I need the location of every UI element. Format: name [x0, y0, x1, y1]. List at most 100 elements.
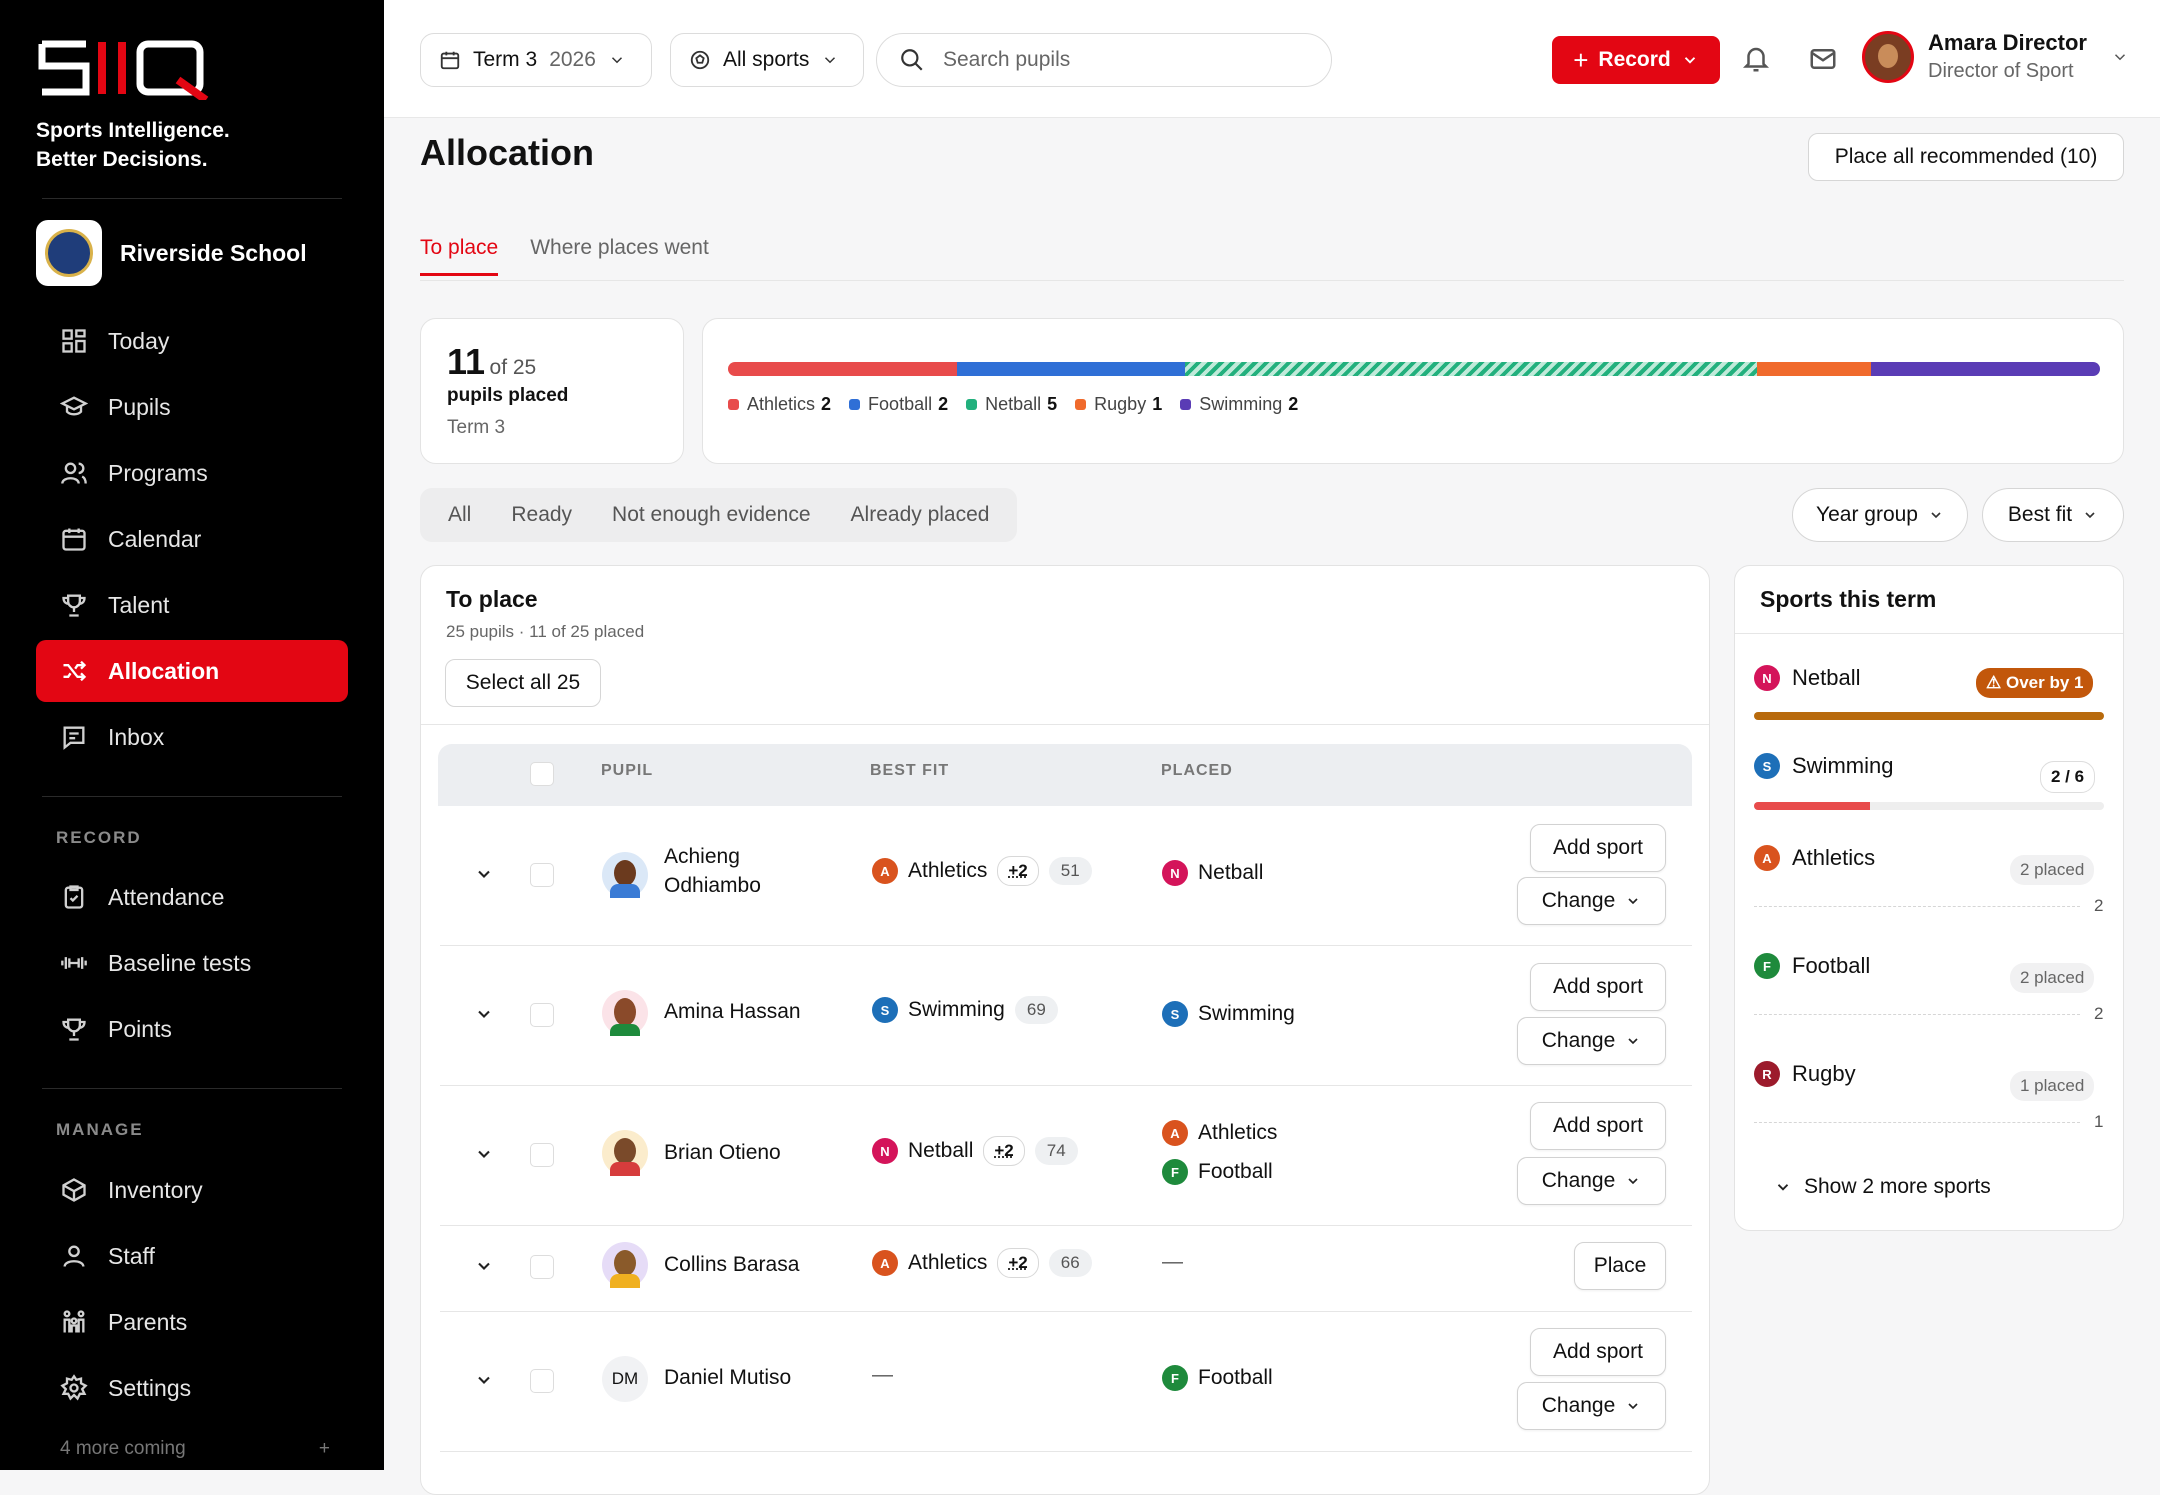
sport-item-netball[interactable]: N Netball [1754, 665, 1860, 691]
change-button[interactable]: Change [1517, 877, 1666, 925]
placed-sport: N Netball [1162, 860, 1263, 886]
filter-ready[interactable]: Ready [491, 503, 592, 527]
filter-all[interactable]: All [428, 503, 491, 527]
show-more-sports-button[interactable]: Show 2 more sports [1774, 1175, 1991, 1199]
column-placed: PLACED [1161, 762, 1233, 780]
nav-talent[interactable]: Talent [36, 574, 348, 636]
pupil-name[interactable]: Daniel Mutiso [664, 1363, 791, 1392]
sports-this-term-title: Sports this term [1760, 586, 1936, 613]
change-button[interactable]: Change [1517, 1382, 1666, 1430]
nav-settings[interactable]: Settings [36, 1357, 348, 1419]
capacity-count: 2 [2094, 896, 2103, 916]
filter-not-enough-evidence[interactable]: Not enough evidence [592, 503, 831, 527]
row-checkbox[interactable] [530, 863, 554, 887]
pupil-name[interactable]: Collins Barasa [664, 1250, 799, 1279]
capacity-count: 2 [2094, 1004, 2103, 1024]
expand-row-icon[interactable] [474, 1370, 494, 1390]
sport-selector[interactable]: All sports [670, 33, 864, 87]
more-sports-tag[interactable]: +2 [983, 1136, 1024, 1166]
divider [42, 1088, 342, 1089]
sidebar: Sports Intelligence. Better Decisions. Ri… [0, 0, 384, 1470]
nav-programs[interactable]: Programs [36, 442, 348, 504]
nav-points[interactable]: Points [36, 998, 348, 1060]
nav-allocation[interactable]: Allocation [36, 640, 348, 702]
sport-item-football[interactable]: F Football [1754, 953, 1870, 979]
add-sport-button[interactable]: Add sport [1530, 824, 1666, 872]
family-icon [60, 1308, 88, 1336]
tagline: Sports Intelligence. Better Decisions. [36, 116, 230, 174]
netball-icon: N [1162, 860, 1188, 886]
nav-pupils[interactable]: Pupils [36, 376, 348, 438]
place-all-recommended-button[interactable]: Place all recommended (10) [1808, 133, 2124, 181]
select-all-button[interactable]: Select all 25 [445, 659, 601, 707]
search-placeholder[interactable]: Search pupils [943, 48, 1070, 72]
nav-calendar[interactable]: Calendar [36, 508, 348, 570]
pupil-name[interactable]: Brian Otieno [664, 1138, 781, 1167]
sport-item-rugby[interactable]: R Rugby [1754, 1061, 1856, 1087]
pupil-name[interactable]: Amina Hassan [664, 997, 801, 1026]
nav-baseline-tests[interactable]: Baseline tests [36, 932, 348, 994]
nav-today[interactable]: Today [36, 310, 348, 372]
tab-where-places-went[interactable]: Where places went [530, 236, 709, 260]
best-fit-sport: A Athletics +2 51 [872, 856, 1092, 886]
more-sports-tag[interactable]: +2 [997, 1248, 1038, 1278]
expand-row-icon[interactable] [474, 1256, 494, 1276]
expand-row-icon[interactable] [474, 1144, 494, 1164]
nav-parents[interactable]: Parents [36, 1291, 348, 1353]
search-box[interactable]: Search pupils [876, 33, 1332, 87]
section-manage-title: MANAGE [56, 1120, 144, 1140]
nav-inventory[interactable]: Inventory [36, 1159, 348, 1221]
term-selector[interactable]: Term 3 2026 [420, 33, 652, 87]
change-button[interactable]: Change [1517, 1017, 1666, 1065]
football-icon: F [1754, 953, 1780, 979]
legend-item: Netball 5 [966, 394, 1057, 415]
place-button[interactable]: Place [1574, 1242, 1666, 1290]
filter-already-placed[interactable]: Already placed [831, 503, 1010, 527]
distribution-segment-netball [1185, 362, 1757, 376]
select-all-checkbox[interactable] [530, 762, 554, 786]
divider [421, 724, 1709, 725]
view-tabs: To place Where places went [420, 236, 709, 260]
athletics-icon: A [872, 858, 898, 884]
distribution-card [702, 318, 2124, 464]
pupil-name[interactable]: Achieng Odhiambo [664, 842, 761, 900]
fit-score: 69 [1015, 996, 1058, 1024]
nav-attendance[interactable]: Attendance [36, 866, 348, 928]
placed-summary-card: 11 of 25 pupils placed Term 3 [420, 318, 684, 464]
capacity-line [1754, 1122, 2080, 1123]
placed-sport: A Athletics [1162, 1120, 1277, 1146]
sport-item-athletics[interactable]: A Athletics [1754, 845, 1875, 871]
distribution-bar [728, 362, 2100, 376]
siiq-logo[interactable] [38, 36, 228, 100]
trophy-icon [60, 1015, 88, 1043]
chevron-down-icon [608, 49, 626, 71]
sport-item-swimming[interactable]: S Swimming [1754, 753, 1893, 779]
expand-row-icon[interactable] [474, 864, 494, 884]
page-title: Allocation [420, 132, 594, 174]
user-menu[interactable]: Amara Director Director of Sport [1862, 30, 2129, 83]
best-fit-sort-dropdown[interactable]: Best fit [1982, 488, 2124, 542]
year-group-dropdown[interactable]: Year group [1792, 488, 1968, 542]
row-checkbox[interactable] [530, 1255, 554, 1279]
nav-staff[interactable]: Staff [36, 1225, 348, 1287]
row-checkbox[interactable] [530, 1369, 554, 1393]
add-sport-button[interactable]: Add sport [1530, 963, 1666, 1011]
change-button[interactable]: Change [1517, 1157, 1666, 1205]
bell-icon[interactable] [1741, 44, 1771, 74]
record-button[interactable]: + Record [1552, 36, 1720, 84]
add-sport-button[interactable]: Add sport [1530, 1102, 1666, 1150]
calendar-icon [439, 49, 461, 71]
legend-item: Rugby 1 [1075, 394, 1162, 415]
school-switcher[interactable]: Riverside School [36, 220, 307, 286]
user-name: Amara Director [1928, 30, 2087, 56]
add-sport-button[interactable]: Add sport [1530, 1328, 1666, 1376]
tab-to-place[interactable]: To place [420, 236, 498, 260]
mail-icon[interactable] [1808, 44, 1838, 74]
row-checkbox[interactable] [530, 1003, 554, 1027]
expand-row-icon[interactable] [474, 1004, 494, 1024]
swimming-icon: S [1162, 1001, 1188, 1027]
distribution-segment-athletics [728, 362, 957, 376]
more-sports-tag[interactable]: +2 [997, 856, 1038, 886]
row-checkbox[interactable] [530, 1143, 554, 1167]
nav-inbox[interactable]: Inbox [36, 706, 348, 768]
